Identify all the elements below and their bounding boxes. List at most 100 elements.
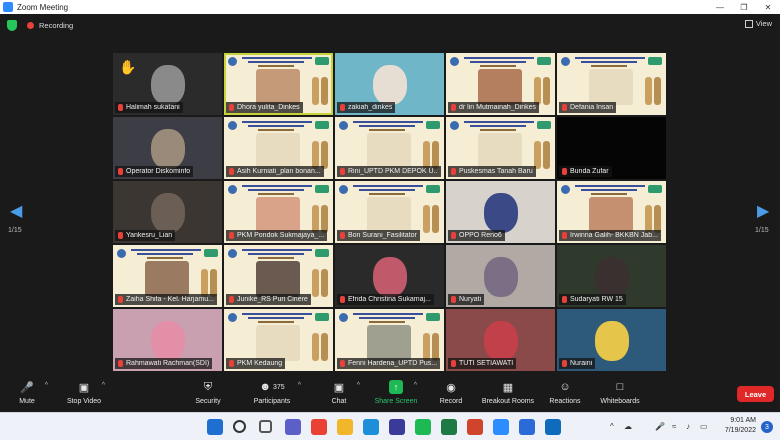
poster-graphic [432,205,439,233]
participant-tile[interactable]: Dhora yulita_Dinkes [224,53,333,115]
participant-tile[interactable]: Operator Diskominfo [113,117,222,179]
participant-tile[interactable]: Nuraini [557,309,666,371]
participants-button[interactable]: ☻ 375 ^ Participants [237,380,307,405]
participant-name-tag: Irwinna Galih- BKKBN Jab... [559,230,661,241]
encryption-shield-icon[interactable] [7,19,17,31]
system-clock[interactable]: 9:01 AM 7/19/2022 [720,416,756,436]
muted-microphone-icon [451,232,456,239]
poster-graphic [464,57,534,59]
poster-graphic [228,249,237,258]
participants-icon: ☻ 375 [259,381,285,393]
view-button[interactable]: View [744,19,772,28]
muted-microphone-icon [229,168,234,175]
leave-button[interactable]: Leave [737,386,774,402]
powerpoint-icon[interactable] [467,419,483,435]
file-explorer-icon[interactable] [337,419,353,435]
participant-tile[interactable]: zakiah_dinkes [335,53,444,115]
participant-tile[interactable]: PKM Pondok Sukmajaya_... [224,181,333,243]
participant-tile[interactable]: Sudaryati RW 15 [557,245,666,307]
poster-graphic [537,57,551,65]
task-view-icon[interactable] [259,420,272,433]
participant-name: Puskesmas Tanah Baru [459,168,533,175]
participant-video [150,65,185,106]
whiteboards-label: Whiteboards [600,398,640,405]
participant-tile[interactable]: Asih Kurniati_plan bonan... [224,117,333,179]
whiteboards-button[interactable]: □ Whiteboards [585,380,655,405]
windows-icon[interactable] [207,419,223,435]
poster-graphic [321,205,328,233]
muted-microphone-icon [340,296,345,303]
app-icon[interactable] [389,419,405,435]
poster-graphic [543,77,550,105]
breakout-rooms-icon: ▦ [502,381,514,394]
participant-tile[interactable]: Yankesru_Lian [113,181,222,243]
muted-microphone-icon [562,360,567,367]
participant-name-tag: Bon Surani_Fasilitator [337,230,420,241]
participant-tile[interactable]: PKM Kedaung [224,309,333,371]
participant-tile[interactable]: Irwinna Galih- BKKBN Jab... [557,181,666,243]
store-icon[interactable] [519,419,535,435]
security-button[interactable]: ⛨ Security [173,380,243,406]
participant-tile[interactable]: Fenni Hardena_UPTD Pus... [335,309,444,371]
participant-video [372,257,407,298]
participant-name: PKM Kedaung [237,360,283,367]
minimize-button[interactable]: — [708,0,732,14]
chevron-up-icon[interactable]: ^ [298,382,301,389]
chevron-up-icon[interactable]: ^ [610,422,614,431]
participant-name: Nuryati [459,296,482,303]
participant-tile[interactable]: Rini_UPTD PKM DEPOK U... [335,117,444,179]
participant-name-tag: PKM Pondok Sukmajaya_... [226,230,328,241]
poster-graphic [315,249,329,257]
poster-graphic [426,121,440,129]
participant-tile[interactable]: Efrida Christina Sukamaj... [335,245,444,307]
poster-graphic [359,189,415,191]
previous-page-icon[interactable]: ◀ [10,201,22,221]
close-button[interactable]: ✕ [756,0,780,14]
excel-icon[interactable] [441,419,457,435]
zoom-icon[interactable] [493,419,509,435]
participant-tile[interactable]: OPPO Reno6 [446,181,555,243]
notification-badge[interactable]: 3 [761,421,773,433]
edge-icon[interactable] [363,419,379,435]
participant-tile[interactable]: Nuryati [446,245,555,307]
participant-tile[interactable]: Bunda Zufar [557,117,666,179]
maximize-button[interactable]: ❐ [732,0,756,14]
participant-tile[interactable]: Defania Insan [557,53,666,115]
mute-label: Mute [19,398,35,405]
volume-icon[interactable]: ♪ [686,422,690,431]
video-camera-icon: ▣ [78,381,90,394]
participant-tile[interactable]: TUTI SETIAWATI [446,309,555,371]
muted-microphone-icon [118,360,123,367]
next-page-icon[interactable]: ▶ [757,201,769,221]
wifi-icon[interactable]: ≈ [672,422,676,431]
chevron-up-icon[interactable]: ^ [357,382,360,389]
poster-graphic [321,333,328,361]
chrome-icon[interactable] [311,419,327,435]
participant-tile[interactable]: Zaiha Shifa - Kel. Harjamu... [113,245,222,307]
participant-tile[interactable]: Junike_RS Puri Cinere [224,245,333,307]
participant-tile[interactable]: Puskesmas Tanah Baru [446,117,555,179]
battery-icon[interactable]: ▭ [700,422,708,431]
outlook-icon[interactable] [545,419,561,435]
poster-graphic [248,189,304,191]
participant-tile[interactable]: ✋ Halimah sukatani [113,53,222,115]
poster-graphic [258,65,294,67]
search-icon[interactable] [233,420,246,433]
participant-video [150,129,185,170]
chevron-up-icon[interactable]: ^ [45,382,48,389]
muted-microphone-icon [451,360,456,367]
teams-icon[interactable] [285,419,301,435]
poster-graphic [242,249,312,251]
muted-microphone-icon [340,168,345,175]
participant-name: Bon Surani_Fasilitator [348,232,417,239]
participant-tile[interactable]: dr lin Mutmainah_Dinkes [446,53,555,115]
spotify-icon[interactable] [415,419,431,435]
cloud-icon[interactable]: ☁ [624,422,632,431]
muted-microphone-icon [562,168,567,175]
participant-tile[interactable]: Rahmawati Rachman(SDI) [113,309,222,371]
microphone-icon[interactable]: 🎤 [655,422,665,431]
participant-name-tag: Zaiha Shifa - Kel. Harjamu... [115,294,217,305]
participant-tile[interactable]: Bon Surani_Fasilitator [335,181,444,243]
chevron-up-icon[interactable]: ^ [102,382,105,389]
stop-video-button[interactable]: ▣ ^ Stop Video [49,380,119,406]
